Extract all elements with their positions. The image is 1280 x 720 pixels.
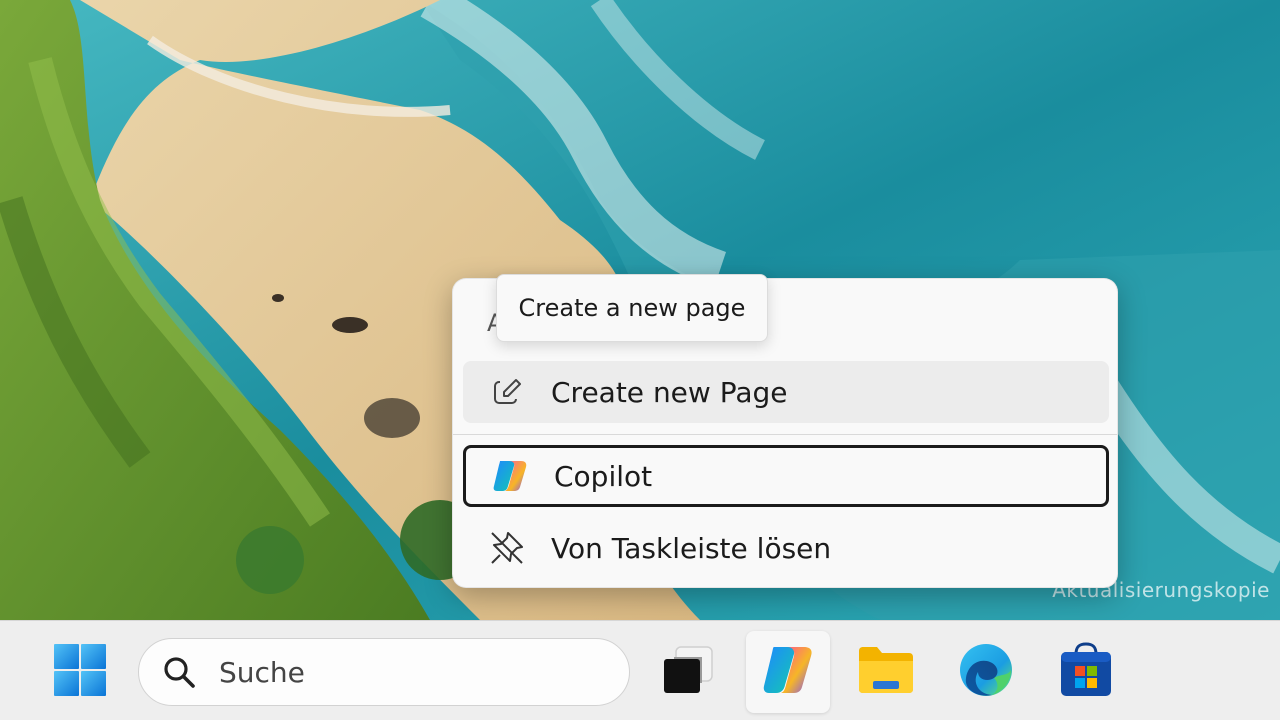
menu-item-create-new-page[interactable]: Create new Page bbox=[463, 361, 1109, 423]
file-explorer-button[interactable] bbox=[844, 631, 928, 713]
tooltip: Create a new page bbox=[496, 274, 768, 342]
windows-logo-icon bbox=[53, 643, 107, 701]
search-placeholder: Suche bbox=[219, 655, 305, 689]
copilot-taskbar-button[interactable] bbox=[746, 631, 830, 713]
start-button[interactable] bbox=[38, 631, 122, 713]
taskbar-search-box[interactable]: Suche bbox=[138, 638, 630, 706]
menu-divider bbox=[453, 434, 1117, 435]
edge-button[interactable] bbox=[944, 631, 1028, 713]
copilot-icon bbox=[760, 643, 816, 701]
unpin-icon bbox=[487, 528, 527, 568]
task-view-button[interactable] bbox=[646, 631, 730, 713]
menu-item-label: Copilot bbox=[554, 459, 653, 493]
menu-item-unpin-from-taskbar[interactable]: Von Taskleiste lösen bbox=[463, 517, 1109, 579]
menu-item-label: Create new Page bbox=[551, 375, 788, 409]
edge-icon bbox=[958, 642, 1014, 702]
store-icon bbox=[1059, 642, 1113, 702]
store-button[interactable] bbox=[1044, 631, 1128, 713]
copilot-icon bbox=[490, 456, 530, 496]
taskbar: Suche bbox=[0, 620, 1280, 720]
folder-icon bbox=[857, 645, 915, 699]
menu-item-label: Von Taskleiste lösen bbox=[551, 531, 832, 565]
edit-icon bbox=[487, 372, 527, 412]
task-view-icon bbox=[660, 643, 716, 701]
search-icon bbox=[161, 654, 197, 690]
menu-item-copilot[interactable]: Copilot bbox=[463, 445, 1109, 507]
